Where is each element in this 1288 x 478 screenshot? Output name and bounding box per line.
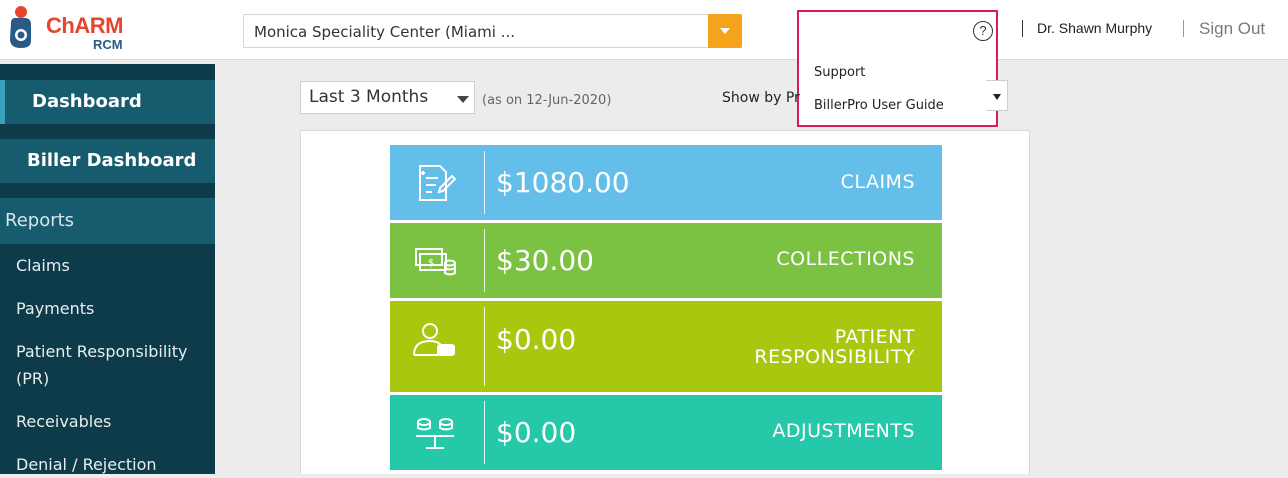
card-divider [484, 307, 485, 386]
date-range-value: Last 3 Months [309, 87, 429, 107]
show-by-label: Show by Pr [722, 90, 800, 106]
patient-responsibility-card[interactable]: $0.00 PATIENT RESPONSIBILITY [390, 301, 942, 392]
sidebar: Dashboard Biller Dashboard Reports Claim… [0, 64, 215, 474]
chevron-down-icon [720, 28, 730, 34]
patient-wallet-icon [413, 323, 455, 356]
divider [1183, 20, 1184, 37]
menu-item-support[interactable]: Support [814, 65, 865, 80]
chevron-down-icon [457, 96, 469, 103]
claims-doc-icon [419, 165, 457, 201]
facility-select-value: Monica Speciality Center (Miami ... [254, 23, 515, 41]
sidebar-item-payments[interactable]: Payments [16, 295, 94, 322]
card-divider [484, 151, 485, 214]
sidebar-item-dashboard[interactable]: Dashboard [0, 80, 215, 124]
adjustments-amount: $0.00 [496, 416, 577, 449]
card-divider [484, 229, 485, 292]
sidebar-section-label: Reports [5, 210, 75, 231]
sign-out-link[interactable]: Sign Out [1199, 19, 1265, 39]
patient-responsibility-label: PATIENT RESPONSIBILITY [754, 326, 915, 368]
top-bar: ChARM RCM Monica Speciality Center (Miam… [0, 0, 1288, 60]
date-range-select[interactable]: Last 3 Months [300, 81, 475, 114]
facility-select[interactable]: Monica Speciality Center (Miami ... [243, 14, 742, 48]
logo-text: ChARM [46, 13, 123, 38]
cash-coins-icon: $ [415, 248, 456, 276]
sidebar-item-claims[interactable]: Claims [16, 252, 70, 279]
claims-label: CLAIMS [840, 171, 915, 193]
adjustments-label: ADJUSTMENTS [772, 420, 915, 442]
card-divider [484, 401, 485, 464]
balance-scale-icon [416, 418, 454, 449]
chevron-down-icon [993, 94, 1001, 100]
sidebar-item-label: Dashboard [32, 91, 142, 112]
logo-subtext: RCM [93, 37, 123, 52]
collections-card[interactable]: $ $30.00 COLLECTIONS [390, 223, 942, 298]
sidebar-item-label: Biller Dashboard [27, 150, 197, 171]
user-name: Dr. Shawn Murphy [1037, 20, 1153, 36]
divider [1022, 20, 1023, 37]
facility-dropdown-button[interactable] [708, 14, 742, 48]
sidebar-item-biller-dashboard[interactable]: Biller Dashboard [0, 139, 215, 183]
sidebar-section-reports[interactable]: Reports [0, 198, 215, 244]
logo-mark-icon [10, 6, 31, 48]
svg-text:$: $ [428, 258, 434, 269]
claims-card[interactable]: $1080.00 CLAIMS [390, 145, 942, 220]
collections-label: COLLECTIONS [776, 248, 915, 270]
adjustments-card[interactable]: $0.00 ADJUSTMENTS [390, 395, 942, 470]
claims-amount: $1080.00 [496, 166, 630, 199]
menu-item-user-guide[interactable]: BillerPro User Guide [814, 98, 944, 113]
help-dropdown-menu: Support BillerPro User Guide [797, 57, 998, 127]
collections-amount: $30.00 [496, 244, 594, 277]
as-on-date: (as on 12-Jun-2020) [482, 93, 612, 108]
sidebar-item-patient-responsibility[interactable]: Patient Responsibility (PR) [16, 338, 211, 392]
charm-rcm-logo[interactable]: ChARM RCM [8, 3, 138, 55]
patient-responsibility-amount: $0.00 [496, 323, 577, 356]
sidebar-item-receivables[interactable]: Receivables [16, 408, 111, 435]
